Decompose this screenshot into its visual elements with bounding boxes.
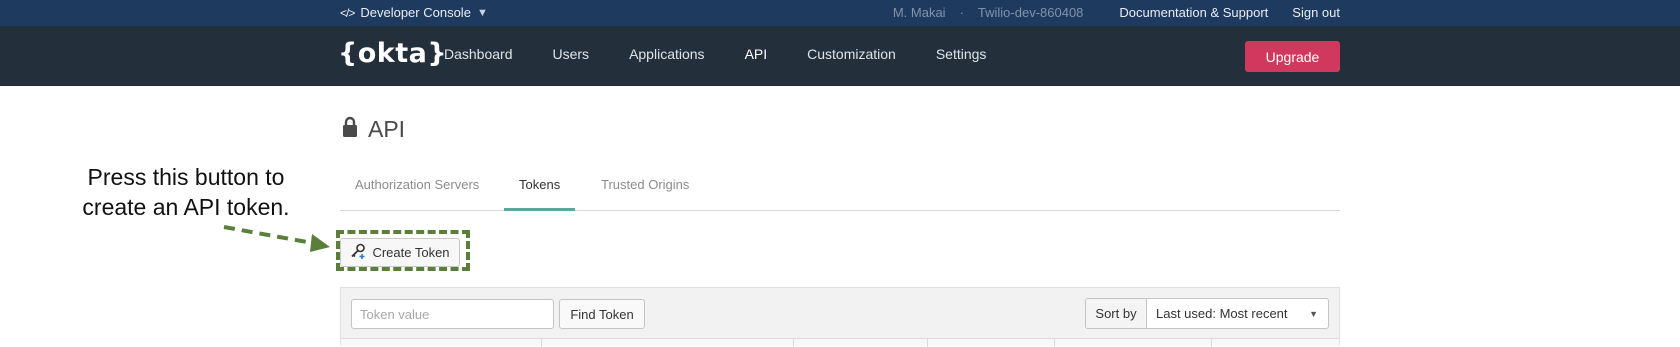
documentation-support-link[interactable]: Documentation & Support <box>1119 5 1268 20</box>
column-divider <box>793 339 794 347</box>
annotation-line-1: Press this button to <box>87 164 285 190</box>
token-value-input[interactable] <box>351 299 554 329</box>
column-divider <box>541 339 542 347</box>
upgrade-button[interactable]: Upgrade <box>1245 41 1340 72</box>
token-search-panel: Find Token Sort by Last used: Most recen… <box>340 287 1340 347</box>
sort-by-label: Sort by <box>1086 299 1147 328</box>
column-divider <box>1211 339 1212 347</box>
lock-icon <box>342 116 358 143</box>
separator-dot: · <box>959 5 964 20</box>
nav-item-applications[interactable]: Applications <box>629 46 705 62</box>
okta-logo[interactable]: {okta} <box>338 38 447 69</box>
sign-out-link[interactable]: Sign out <box>1292 5 1340 20</box>
main-navbar: {okta} Dashboard Users Applications API … <box>0 26 1680 86</box>
column-divider <box>927 339 928 347</box>
find-token-button[interactable]: Find Token <box>559 299 645 329</box>
nav-item-users[interactable]: Users <box>553 46 590 62</box>
active-tab-indicator <box>504 208 575 211</box>
sort-control: Sort by Last used: Most recent ▼ <box>1085 298 1329 329</box>
topbar-right: M. Makai · Twilio-dev-860408 Documentati… <box>893 5 1340 20</box>
page-title-text: API <box>368 116 406 142</box>
nav-item-api[interactable]: API <box>745 46 768 62</box>
dropdown-caret-icon: ▼ <box>1309 308 1318 319</box>
page-title: API <box>342 116 405 143</box>
sort-selected-value: Last used: Most recent <box>1156 306 1288 321</box>
nav-menu: Dashboard Users Applications API Customi… <box>444 46 986 62</box>
create-token-label: Create Token <box>372 245 450 260</box>
top-utility-bar: </> Developer Console ▼ M. Makai · Twili… <box>0 0 1680 26</box>
annotation-arrow <box>223 225 330 252</box>
user-name: M. Makai <box>892 5 946 20</box>
org-name: Twilio-dev-860408 <box>977 5 1084 20</box>
developer-console-label: Developer Console <box>360 5 471 20</box>
sort-select[interactable]: Last used: Most recent ▼ <box>1147 299 1328 328</box>
key-plus-icon <box>350 243 366 262</box>
caret-down-icon: ▼ <box>476 6 488 19</box>
tab-authorization-servers[interactable]: Authorization Servers <box>355 177 479 192</box>
annotation-line-2: create an API token. <box>82 194 290 220</box>
column-divider <box>1054 339 1055 347</box>
annotation-callout: Press this button to create an API token… <box>62 162 310 222</box>
tab-trusted-origins[interactable]: Trusted Origins <box>601 177 689 192</box>
code-icon: </> <box>340 5 355 20</box>
tab-tokens[interactable]: Tokens <box>519 177 560 192</box>
nav-item-customization[interactable]: Customization <box>807 46 896 62</box>
nav-item-dashboard[interactable]: Dashboard <box>444 46 513 62</box>
create-token-button[interactable]: Create Token <box>340 238 460 267</box>
nav-item-settings[interactable]: Settings <box>936 46 987 62</box>
api-tabs: Authorization Servers Tokens Trusted Ori… <box>340 166 1340 211</box>
developer-console-switcher[interactable]: </> Developer Console ▼ <box>340 5 488 20</box>
